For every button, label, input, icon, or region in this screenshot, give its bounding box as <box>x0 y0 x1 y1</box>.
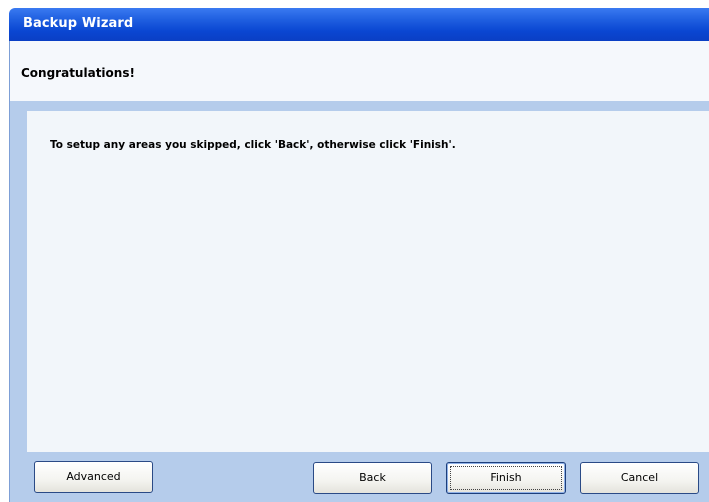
wizard-content-area: To setup any areas you skipped, click 'B… <box>10 111 709 502</box>
advanced-button[interactable]: Advanced <box>34 461 153 493</box>
back-button-label: Back <box>359 471 386 484</box>
finish-button[interactable]: Finish <box>446 462 566 494</box>
wizard-header: Congratulations! <box>10 41 709 101</box>
cancel-button-label: Cancel <box>620 471 659 484</box>
cancel-button[interactable]: Cancel <box>580 462 699 494</box>
window-title: Backup Wizard <box>23 16 134 31</box>
page-title: Congratulations! <box>21 66 135 80</box>
backup-wizard-window: Backup Wizard Congratulations! To setup … <box>0 0 709 502</box>
advanced-button-label: Advanced <box>66 470 121 483</box>
message-panel: To setup any areas you skipped, click 'B… <box>27 111 709 452</box>
back-button[interactable]: Back <box>313 462 432 494</box>
header-divider <box>10 101 709 111</box>
title-bar[interactable]: Backup Wizard <box>9 8 709 41</box>
finish-button-label: Finish <box>490 471 522 484</box>
instruction-text: To setup any areas you skipped, click 'B… <box>50 139 456 151</box>
